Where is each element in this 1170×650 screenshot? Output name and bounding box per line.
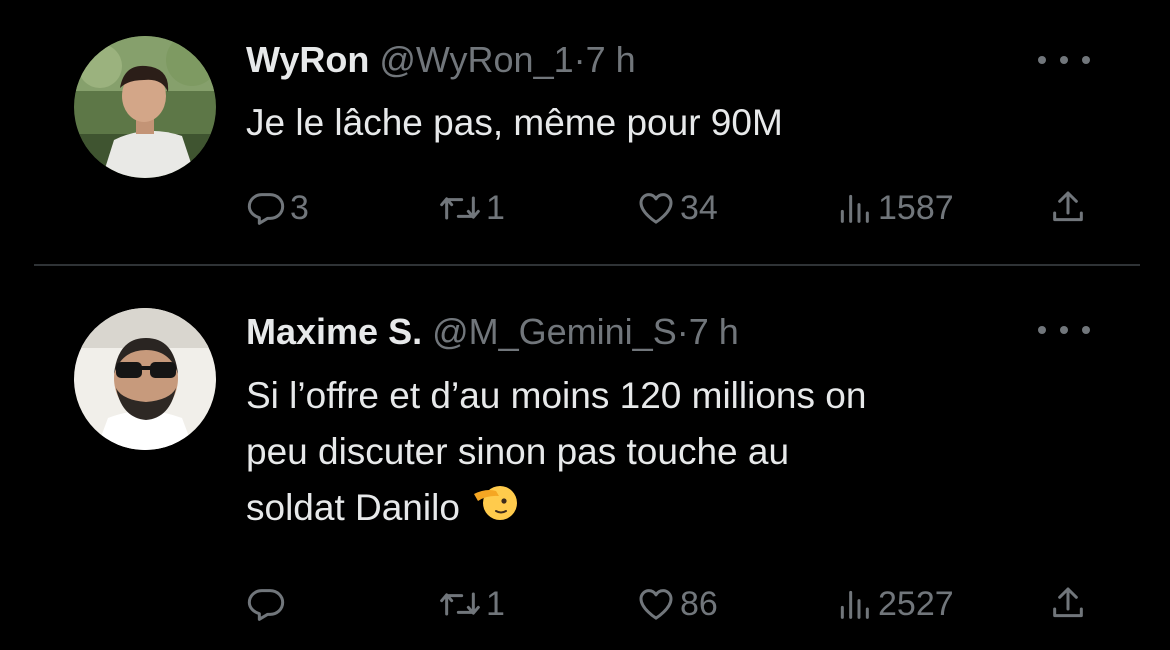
reply-icon bbox=[247, 193, 285, 225]
tweet-text-body: Si l’offre et d’au moins 120 millions on… bbox=[246, 375, 867, 528]
views-count: 1587 bbox=[878, 188, 954, 227]
user-handle[interactable]: @WyRon_1 bbox=[379, 39, 573, 80]
retweet-button[interactable]: 1 bbox=[438, 186, 505, 230]
separator-dot: · bbox=[573, 39, 586, 80]
display-name[interactable]: WyRon bbox=[246, 39, 369, 80]
reply-button[interactable]: 3 bbox=[246, 186, 309, 230]
retweet-button[interactable]: 1 bbox=[438, 582, 505, 626]
share-button[interactable] bbox=[1048, 582, 1088, 626]
retweet-icon bbox=[440, 592, 480, 616]
like-button[interactable]: 34 bbox=[636, 186, 718, 230]
heart-icon bbox=[639, 193, 673, 224]
share-icon bbox=[1053, 191, 1083, 222]
tweet-actions: 3 1 34 1587 bbox=[246, 186, 1106, 230]
tweet[interactable]: WyRon @WyRon_1·7 h Je le lâche pas, même … bbox=[0, 0, 1170, 262]
tweet-header: WyRon @WyRon_1·7 h bbox=[246, 38, 636, 82]
more-icon[interactable] bbox=[1038, 320, 1090, 340]
tweet-actions: 1 86 2527 bbox=[246, 582, 1106, 626]
reply-button[interactable] bbox=[246, 582, 290, 626]
views-count: 2527 bbox=[878, 584, 954, 623]
saluting-face-icon bbox=[472, 481, 518, 539]
retweet-count: 1 bbox=[486, 584, 505, 623]
retweet-icon bbox=[440, 196, 480, 220]
share-icon bbox=[1053, 587, 1083, 618]
like-button[interactable]: 86 bbox=[636, 582, 718, 626]
reply-icon bbox=[247, 589, 285, 621]
share-button[interactable] bbox=[1048, 186, 1088, 230]
reply-count: 3 bbox=[290, 188, 309, 227]
views-button[interactable]: 1587 bbox=[834, 186, 954, 230]
tweet-divider bbox=[34, 264, 1140, 266]
views-button[interactable]: 2527 bbox=[834, 582, 954, 626]
tweet-header: Maxime S. @M_Gemini_S·7 h bbox=[246, 310, 739, 354]
more-icon[interactable] bbox=[1038, 50, 1090, 70]
views-icon bbox=[840, 194, 869, 223]
timestamp[interactable]: 7 h bbox=[586, 39, 636, 80]
avatar[interactable] bbox=[74, 308, 216, 450]
like-count: 86 bbox=[680, 584, 718, 623]
tweet-text: Si l’offre et d’au moins 120 millions on… bbox=[246, 368, 1126, 539]
timestamp[interactable]: 7 h bbox=[689, 311, 739, 352]
views-icon bbox=[840, 590, 869, 619]
avatar-photo bbox=[74, 308, 216, 450]
tweet[interactable]: Maxime S. @M_Gemini_S·7 h Si l’offre et d… bbox=[0, 268, 1170, 650]
avatar-photo bbox=[74, 36, 216, 178]
avatar[interactable] bbox=[74, 36, 216, 178]
user-handle[interactable]: @M_Gemini_S bbox=[432, 311, 677, 352]
separator-dot: · bbox=[676, 311, 689, 352]
like-count: 34 bbox=[680, 188, 718, 227]
display-name[interactable]: Maxime S. bbox=[246, 311, 422, 352]
retweet-count: 1 bbox=[486, 188, 505, 227]
heart-icon bbox=[639, 589, 673, 620]
tweet-text: Je le lâche pas, même pour 90M bbox=[246, 102, 783, 143]
